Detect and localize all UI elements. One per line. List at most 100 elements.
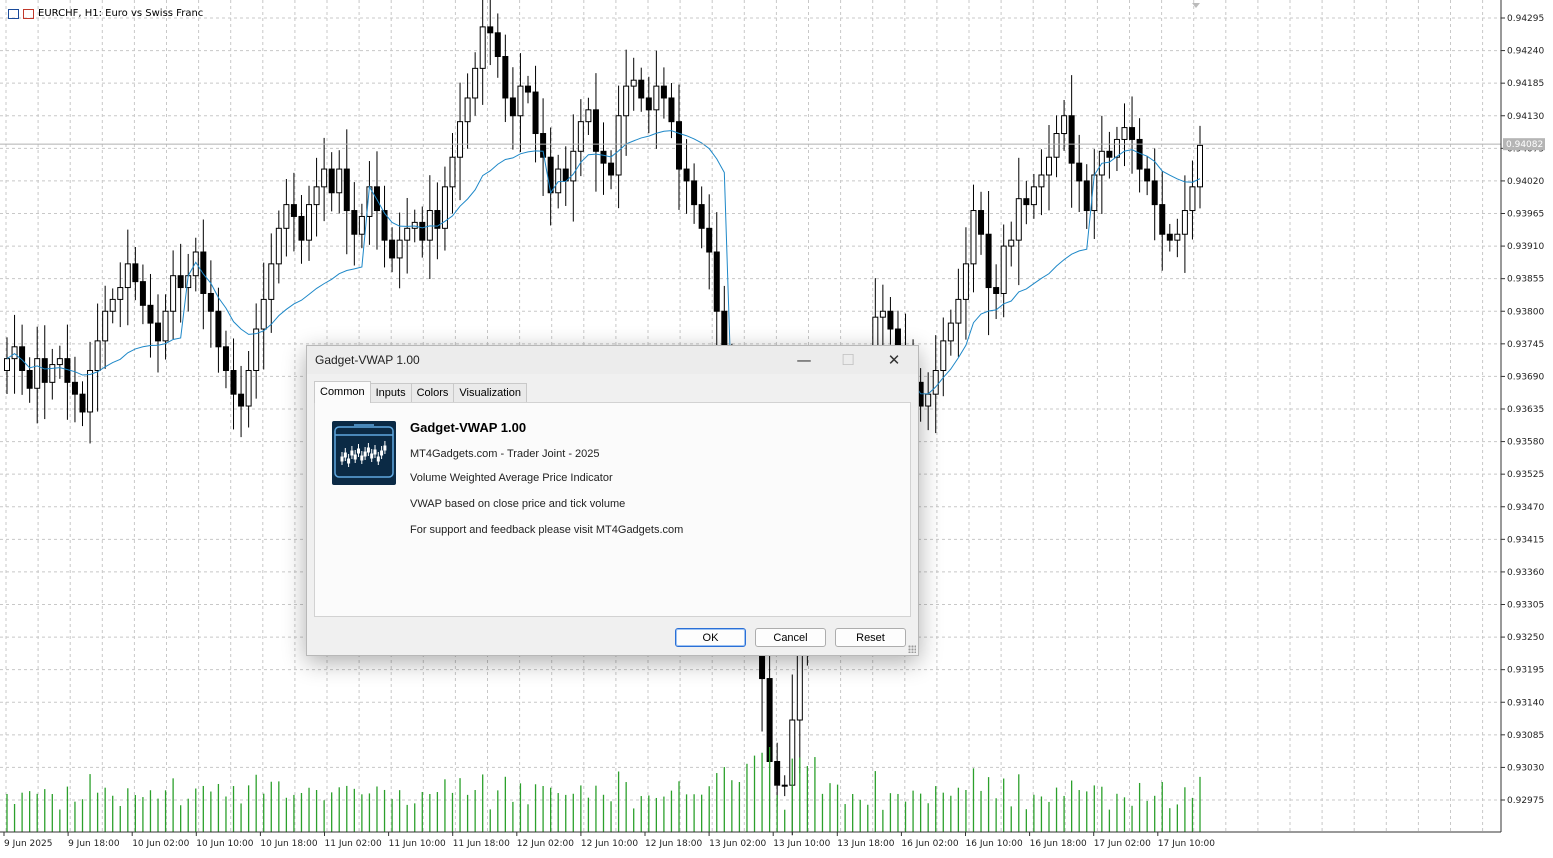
candle-body [517,85,524,117]
price-axis-label: 0.93525 [1507,470,1544,480]
indicator-support: For support and feedback please visit MT… [410,524,684,536]
candle-body [962,263,969,300]
candle-body [4,358,10,371]
time-axis-label: 9 Jun 2025 [4,839,52,849]
time-axis-label: 12 Jun 18:00 [645,839,702,849]
candle-body [1045,156,1052,176]
candle-body [1113,138,1120,158]
candle-body [1076,162,1083,182]
candle-body [404,227,411,241]
candle-body [955,298,962,324]
candle-body [555,168,562,194]
tab-common[interactable]: Common [314,381,371,403]
candle-body [117,287,124,300]
time-axis-label: 16 Jun 10:00 [966,839,1023,849]
candle-body [162,310,169,342]
indicator-detail: VWAP based on close price and tick volum… [410,498,626,510]
candle-body [676,121,683,170]
candle-body [192,251,199,277]
logo-candle-body [360,455,364,461]
time-axis-label: 12 Jun 02:00 [517,839,574,849]
time-axis-label: 10 Jun 10:00 [196,839,253,849]
symbol-title: EURCHF, H1: Euro vs Swiss Franc [38,8,204,19]
price-axis-label: 0.93250 [1507,633,1544,643]
candle-body [1166,233,1173,241]
price-axis-label: 0.93195 [1507,666,1544,676]
candle-body [1061,115,1068,135]
indicator-name: Gadget-VWAP 1.00 [410,420,527,435]
indicator-properties-dialog: Gadget-VWAP 1.00 — ☐ ✕ Common Inputs Col… [306,345,919,656]
candle-body [321,168,328,188]
logo-candle-body [343,452,347,458]
candle-body [155,322,162,342]
candle-body [472,67,479,99]
candle-body [26,369,33,389]
candle-body [11,346,18,360]
price-axis-label: 0.93580 [1507,438,1544,448]
reset-button[interactable]: Reset [835,628,906,647]
candle-body [1129,127,1136,140]
candle-body [449,156,456,188]
candle-body [343,168,350,212]
candle-body [1197,144,1203,188]
price-axis-label: 0.93085 [1507,731,1544,741]
candle-body [34,358,41,389]
time-axis-label: 11 Jun 10:00 [389,839,446,849]
candle-body [351,210,358,235]
candle-body [306,204,313,241]
tab-visualization[interactable]: Visualization [453,383,527,403]
dialog-titlebar[interactable]: Gadget-VWAP 1.00 — ☐ ✕ [307,346,918,374]
candle-body [313,186,320,206]
candle-body [275,227,282,265]
resize-grip-icon[interactable] [908,645,916,653]
candle-body [668,97,675,123]
candle-body [1151,180,1158,206]
price-axis-label: 0.93635 [1507,405,1544,415]
candle-body [1053,133,1060,158]
price-axis-label: 0.93415 [1507,535,1544,545]
candle-body [925,393,932,407]
indicator-logo [332,421,396,485]
candle-body [245,369,252,407]
candle-body [419,221,426,241]
candle-body [1189,186,1196,212]
candle-body [494,32,501,58]
indicator-icon [23,8,34,19]
candle-body [698,204,705,229]
ok-button[interactable]: OK [675,628,746,647]
candle-body [260,298,267,330]
price-axis-label: 0.94130 [1507,112,1544,122]
price-axis-label: 0.93910 [1507,242,1544,252]
tab-colors[interactable]: Colors [410,383,455,403]
tab-inputs[interactable]: Inputs [369,383,412,403]
candle-body [1159,204,1166,235]
price-axis-label: 0.93470 [1507,503,1544,513]
price-axis-label: 0.93305 [1507,601,1544,611]
candle-body [993,287,1000,294]
minimize-button[interactable]: — [782,346,826,374]
logo-candle-body [370,453,374,459]
candle-body [615,115,622,176]
candle-body [328,168,335,194]
candle-body [71,381,78,395]
time-axis-label: 16 Jun 18:00 [1030,839,1087,849]
candle-body [1106,150,1113,158]
candle-body [1000,245,1007,294]
candle-body [56,358,63,366]
cancel-button[interactable]: Cancel [755,628,826,647]
candle-body [222,346,229,371]
maximize-button: ☐ [841,351,855,369]
logo-candle-body [383,445,387,451]
logo-candle-body [347,458,351,464]
candle-body [283,204,290,229]
candle-body [87,369,94,413]
candle-body [1144,168,1151,182]
close-button[interactable]: ✕ [872,346,916,374]
candle-body [426,210,433,241]
candle-body [713,251,720,312]
candle-body [396,239,403,259]
logo-candle-body [350,450,354,456]
candle-body [940,340,947,371]
logo-candle-body [373,449,377,455]
candle-body [411,221,418,229]
